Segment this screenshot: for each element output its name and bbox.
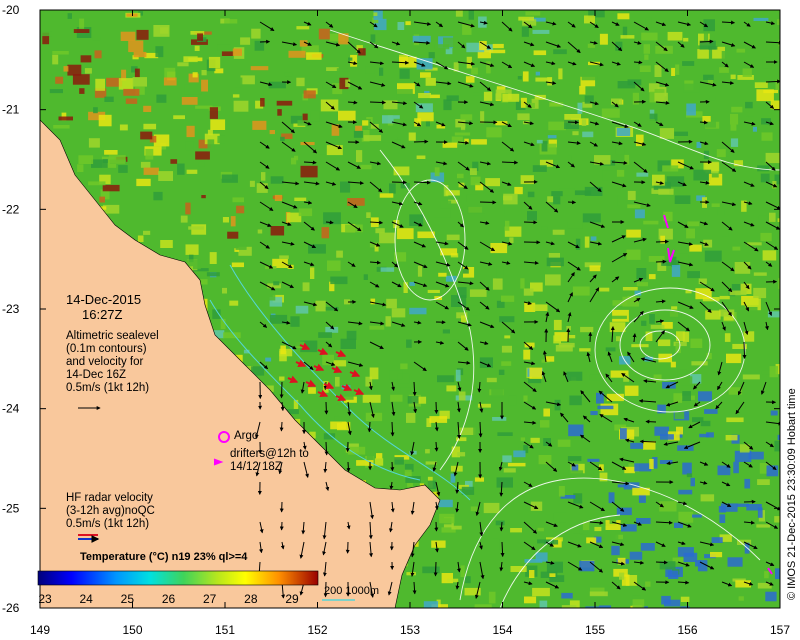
colorbar-tick-label: 23 (38, 592, 52, 606)
drifters-line-1: drifters@12h to (230, 448, 309, 460)
lat-tick-label: -25 (2, 501, 20, 515)
lon-tick-label: 153 (400, 623, 420, 637)
lat-tick-label: -26 (2, 601, 20, 615)
altimetry-line-2: (0.1m contours) (66, 343, 147, 355)
hf-radar-line-1: HF radar velocity (66, 492, 153, 504)
lat-tick-label: -23 (2, 302, 20, 316)
lon-tick-label: 154 (492, 623, 512, 637)
lat-tick-label: -20 (2, 3, 20, 17)
colorbar-tick-label: 25 (121, 592, 135, 606)
lon-tick-label: 155 (585, 623, 605, 637)
altimetry-line-1: Altimetric sealevel (66, 330, 159, 342)
colorbar-tick-label: 24 (79, 592, 93, 606)
drifters-line-2: 14/12 18Z (230, 461, 282, 473)
isobath-label: 200 1000m (324, 585, 379, 597)
colorbar-scale (37, 570, 319, 586)
lon-tick-label: 157 (770, 623, 790, 637)
hf-radar-line-3: 0.5m/s (1kt 12h) (66, 518, 150, 530)
drifters-legend: drifters@12h to 14/12 18Z (230, 448, 309, 474)
colorbar-tick-label: 27 (203, 592, 217, 606)
altimetry-line-3: and velocity for (66, 356, 144, 368)
lon-tick-label: 152 (307, 623, 327, 637)
lon-tick-label: 156 (677, 623, 697, 637)
lat-tick-label: -21 (2, 103, 20, 117)
hf-radar-legend: HF radar velocity (3-12h avg)noQC 0.5m/s (… (66, 492, 155, 531)
altimetry-line-4: 14-Dec 16Z (66, 369, 127, 381)
lon-tick-label: 151 (215, 623, 235, 637)
lat-tick-label: -24 (2, 402, 20, 416)
lon-tick-label: 149 (30, 623, 50, 637)
altimetry-legend: Altimetric sealevel (0.1m contours) and ve… (66, 330, 159, 395)
colorbar-tick-label: 26 (162, 592, 176, 606)
imos-credit: © IMOS 21-Dec-2015 23:30:09 Hobart time (786, 388, 798, 600)
argo-label: Argo (234, 430, 259, 442)
legend-date: 14-Dec-2015 (66, 292, 142, 307)
altimetry-line-5: 0.5m/s (1kt 12h) (66, 382, 150, 394)
colorbar-tick-label: 28 (244, 592, 258, 606)
colorbar-tick-label: 29 (285, 592, 299, 606)
colorbar-title: Temperature (°C) n19 23% ql>=4 (80, 551, 248, 563)
lat-tick-label: -22 (2, 202, 20, 216)
legend-time: 16:27Z (82, 307, 123, 322)
legend-date-block: 14-Dec-2015 16:27Z (66, 292, 141, 322)
lon-tick-label: 150 (122, 623, 142, 637)
hf-radar-line-2: (3-12h avg)noQC (66, 505, 155, 517)
